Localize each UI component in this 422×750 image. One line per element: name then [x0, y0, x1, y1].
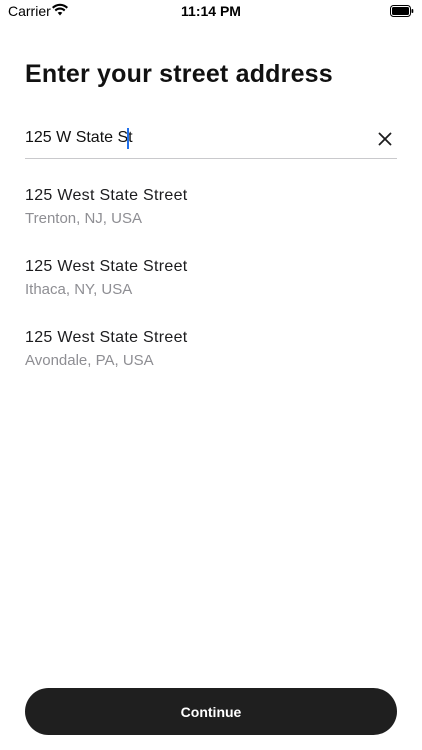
status-time: 11:14 PM — [181, 3, 241, 19]
suggestion-street: 125 West State Street — [25, 258, 188, 275]
address-search-field — [25, 120, 397, 159]
suggestion-city: Avondale, PA, USA — [25, 352, 154, 369]
page-title: Enter your street address — [25, 60, 333, 88]
battery-full-icon — [390, 4, 414, 17]
suggestion-city: Trenton, NJ, USA — [25, 210, 142, 227]
address-suggestions-list: 125 West State Street Trenton, NJ, USA 1… — [25, 184, 397, 397]
status-bar: Carrier 11:14 PM — [0, 0, 422, 24]
address-input[interactable] — [25, 127, 355, 149]
suggestion-street: 125 West State Street — [25, 329, 188, 346]
suggestion-item[interactable]: 125 West State Street Ithaca, NY, USA — [25, 255, 397, 326]
continue-button[interactable]: Continue — [25, 688, 397, 735]
suggestion-item[interactable]: 125 West State Street Trenton, NJ, USA — [25, 184, 397, 255]
suggestion-street: 125 West State Street — [25, 187, 188, 204]
close-icon — [378, 132, 392, 146]
suggestion-item[interactable]: 125 West State Street Avondale, PA, USA — [25, 326, 397, 397]
text-caret — [127, 128, 129, 149]
suggestion-city: Ithaca, NY, USA — [25, 281, 133, 298]
clear-button[interactable] — [373, 127, 397, 151]
